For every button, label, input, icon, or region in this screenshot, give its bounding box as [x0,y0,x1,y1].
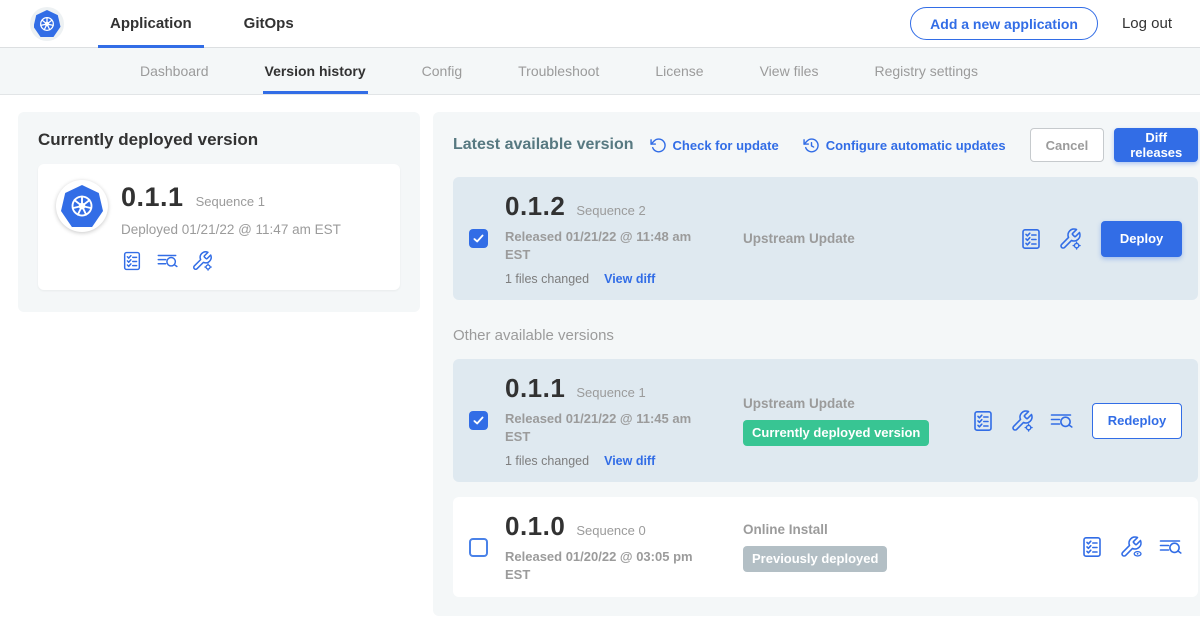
add-application-button[interactable]: Add a new application [910,7,1098,40]
version-number: 0.1.2 [505,191,565,222]
files-changed-label: 1 files changed [505,272,589,286]
kubernetes-logo [30,7,64,41]
subnav-license[interactable]: License [653,48,705,94]
app-sub-nav: Dashboard Version history Config Trouble… [0,48,1200,95]
released-timestamp: Released 01/20/22 @ 03:05 pm EST [505,548,697,583]
version-select-checkbox[interactable] [469,229,488,248]
preflight-checks-icon[interactable] [1019,227,1043,251]
logout-link[interactable]: Log out [1122,15,1172,32]
app-icon [56,180,108,232]
configure-automatic-updates-link[interactable]: Configure automatic updates [803,137,1006,154]
check-icon [472,414,485,427]
version-number: 0.1.1 [505,373,565,404]
tab-gitops[interactable]: GitOps [232,0,306,48]
edit-config-icon[interactable] [191,250,213,272]
subnav-view-files[interactable]: View files [758,48,821,94]
version-row-0-1-2: 0.1.2 Sequence 2 Released 01/21/22 @ 11:… [453,177,1198,300]
deployed-sequence-label: Sequence 1 [196,194,265,209]
version-row-0-1-1: 0.1.1 Sequence 1 Released 01/21/22 @ 11:… [453,359,1198,482]
currently-deployed-title: Currently deployed version [38,130,400,150]
check-icon [472,232,485,245]
deploy-logs-icon[interactable] [156,250,178,272]
edit-config-icon[interactable] [1058,227,1082,251]
top-nav: Application GitOps Add a new application… [0,0,1200,48]
currently-deployed-badge: Currently deployed version [743,420,929,446]
deployed-version-number: 0.1.1 [121,182,184,213]
available-updates-panel: Latest available version Check for updat… [433,112,1200,616]
latest-available-title: Latest available version [453,136,634,154]
deploy-logs-icon[interactable] [1049,409,1073,433]
view-config-icon[interactable] [1119,535,1143,559]
preflight-checks-icon[interactable] [1080,535,1104,559]
version-row-0-1-0: 0.1.0 Sequence 0 Released 01/20/22 @ 03:… [453,497,1198,597]
sequence-label: Sequence 0 [576,523,645,538]
sequence-label: Sequence 2 [576,203,645,218]
subnav-troubleshoot[interactable]: Troubleshoot [516,48,601,94]
deploy-logs-icon[interactable] [1158,535,1182,559]
version-select-checkbox[interactable] [469,411,488,430]
version-select-checkbox[interactable] [469,538,488,557]
files-changed-label: 1 files changed [505,454,589,468]
tab-application[interactable]: Application [98,0,204,48]
configure-automatic-updates-label: Configure automatic updates [826,138,1006,153]
version-source-label: Online Install [743,522,1080,537]
previously-deployed-badge: Previously deployed [743,546,887,572]
released-timestamp: Released 01/21/22 @ 11:45 am EST [505,410,697,445]
version-number: 0.1.0 [505,511,565,542]
tab-application-label: Application [110,15,192,32]
deploy-button[interactable]: Deploy [1101,221,1182,257]
main-content: Currently deployed version 0.1.1 Sequenc… [0,95,1200,616]
diff-releases-button[interactable]: Diff releases [1114,128,1198,162]
tab-gitops-label: GitOps [244,15,294,32]
subnav-registry-settings[interactable]: Registry settings [872,48,979,94]
version-source-label: Upstream Update [743,231,1019,246]
currently-deployed-panel: Currently deployed version 0.1.1 Sequenc… [18,112,420,312]
other-versions-title: Other available versions [453,327,1198,344]
redeploy-button[interactable]: Redeploy [1092,403,1183,439]
released-timestamp: Released 01/21/22 @ 11:48 am EST [505,228,697,263]
check-for-update-link[interactable]: Check for update [650,137,779,154]
version-source-label: Upstream Update [743,396,971,411]
preflight-checks-icon[interactable] [971,409,995,433]
schedule-update-icon [803,137,820,154]
sequence-label: Sequence 1 [576,385,645,400]
deployed-timestamp: Deployed 01/21/22 @ 11:47 am EST [121,222,341,237]
cancel-button[interactable]: Cancel [1030,128,1105,162]
subnav-dashboard[interactable]: Dashboard [138,48,211,94]
view-diff-link[interactable]: View diff [604,272,655,286]
check-for-update-label: Check for update [673,138,779,153]
subnav-config[interactable]: Config [420,48,464,94]
view-diff-link[interactable]: View diff [604,454,655,468]
edit-config-icon[interactable] [1010,409,1034,433]
deployed-version-card: 0.1.1 Sequence 1 Deployed 01/21/22 @ 11:… [38,164,400,290]
preflight-checks-icon[interactable] [121,250,143,272]
refresh-icon [650,137,667,154]
subnav-version-history[interactable]: Version history [263,48,368,94]
